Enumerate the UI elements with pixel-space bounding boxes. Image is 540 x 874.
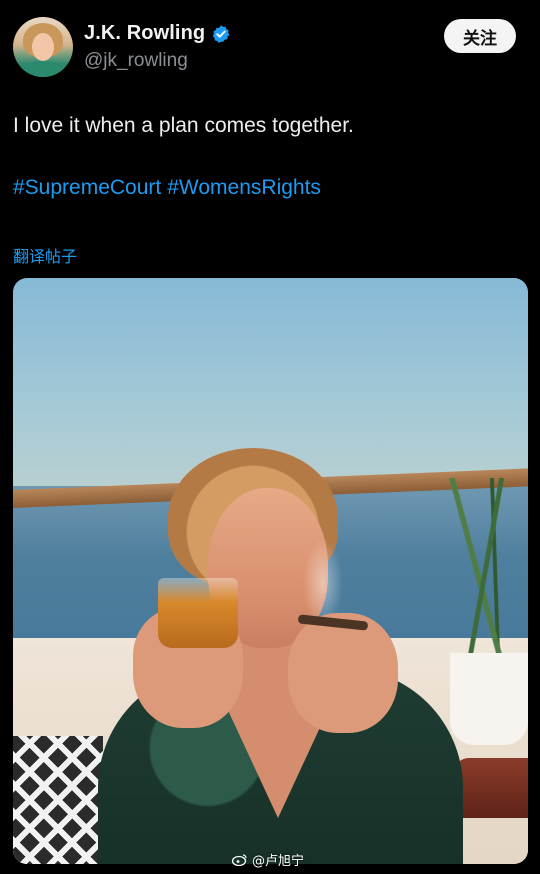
photo-cushion bbox=[13, 736, 103, 864]
photo-plant bbox=[443, 478, 528, 668]
tweet-screen: J.K. Rowling @jk_rowling 关注 I love it wh… bbox=[0, 0, 540, 874]
hashtag-link[interactable]: #SupremeCourt bbox=[13, 176, 161, 200]
avatar-shirt bbox=[17, 61, 69, 77]
photo-chair bbox=[453, 758, 528, 818]
author-display-name[interactable]: J.K. Rowling bbox=[84, 22, 205, 45]
author-handle[interactable]: @jk_rowling bbox=[84, 50, 188, 72]
verified-badge-icon bbox=[211, 24, 231, 44]
hashtag-link[interactable]: #WomensRights bbox=[167, 176, 321, 200]
photo-glass bbox=[158, 578, 238, 648]
follow-button[interactable]: 关注 bbox=[444, 19, 516, 53]
weibo-watermark: @卢旭宁 bbox=[231, 850, 305, 869]
translate-post-link[interactable]: 翻译帖子 bbox=[13, 243, 77, 267]
tweet-photo[interactable] bbox=[13, 278, 528, 864]
photo-plant-pot bbox=[450, 653, 528, 745]
weibo-icon bbox=[231, 853, 248, 867]
watermark-text: @卢旭宁 bbox=[252, 854, 305, 869]
author-avatar[interactable] bbox=[13, 17, 73, 77]
author-name-row[interactable]: J.K. Rowling bbox=[84, 22, 231, 45]
photo-right-hand bbox=[288, 613, 398, 733]
tweet-text: I love it when a plan comes together. bbox=[13, 114, 354, 137]
hashtag-list: #SupremeCourt #WomensRights bbox=[13, 176, 321, 200]
avatar-face bbox=[32, 33, 54, 61]
